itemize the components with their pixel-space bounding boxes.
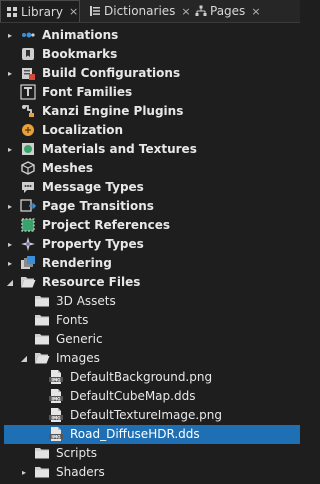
expand-arrow-icon[interactable]: ▸ <box>20 468 28 477</box>
tree-item-build-configurations[interactable]: ▸ Build Configurations <box>0 64 300 83</box>
message-icon <box>20 179 36 195</box>
tree-item-defaulttextureimage-png[interactable]: IMG DefaultTextureImage.png <box>0 406 300 425</box>
expand-arrow-icon[interactable]: ▸ <box>6 240 14 249</box>
tree-item-rendering[interactable]: ▸ Rendering <box>0 254 300 273</box>
tree-item-meshes[interactable]: Meshes <box>0 159 300 178</box>
tree-item-shaders[interactable]: ▸ Shaders <box>0 463 300 482</box>
image-file-icon: IMG <box>48 426 64 442</box>
build-configuration-icon <box>20 65 36 81</box>
tree-item-3d-assets[interactable]: 3D Assets <box>0 292 300 311</box>
tab-bar: Library × Dictionaries × Pages × <box>0 0 300 23</box>
tree-item-label: Project References <box>42 218 170 232</box>
tree-item-images[interactable]: ◢ Images <box>0 349 300 368</box>
page-transition-icon <box>20 198 36 214</box>
tree-item-label: DefaultBackground.png <box>70 370 213 384</box>
tree-item-label: Road_DiffuseHDR.dds <box>70 427 200 441</box>
folder-open-icon <box>34 350 50 366</box>
tree-item-label: Property Types <box>42 237 144 251</box>
tree-item-road-diffusehdr-dds[interactable]: IMG Road_DiffuseHDR.dds <box>4 425 300 444</box>
tree-item-label: 3D Assets <box>56 294 116 308</box>
library-icon <box>6 6 18 18</box>
tree-item-resource-files[interactable]: ◢ Resource Files <box>0 273 300 292</box>
tree-item-property-types[interactable]: ▸ Property Types <box>0 235 300 254</box>
tab-dictionaries[interactable]: Dictionaries × <box>84 0 191 22</box>
folder-icon <box>34 331 50 347</box>
image-file-icon: IMG <box>48 388 64 404</box>
pages-icon <box>195 5 207 17</box>
tree-item-font-families[interactable]: Font Families <box>0 83 300 102</box>
tree-item-label: Fonts <box>56 313 89 327</box>
mesh-icon <box>20 160 36 176</box>
tree-item-animations[interactable]: ▸ Animations <box>0 26 300 45</box>
tree-item-kanzi-engine-plugins[interactable]: Kanzi Engine Plugins <box>0 102 300 121</box>
folder-icon <box>34 445 50 461</box>
tree-item-label: Resource Files <box>42 275 141 289</box>
tab-label: Dictionaries <box>104 4 176 18</box>
tree-item-label: Materials and Textures <box>42 142 197 156</box>
property-type-icon <box>20 236 36 252</box>
tab-library[interactable]: Library × <box>0 0 80 22</box>
tree-item-scripts[interactable]: Scripts <box>0 444 300 463</box>
tree-item-label: Localization <box>42 123 124 137</box>
tree-item-label: Scripts <box>56 446 98 460</box>
animation-icon <box>20 27 36 43</box>
svg-text:IMG: IMG <box>51 415 61 420</box>
folder-icon <box>34 312 50 328</box>
tree-item-label: Animations <box>42 28 119 42</box>
close-icon[interactable]: × <box>69 5 78 18</box>
tab-pages[interactable]: Pages × <box>190 0 275 22</box>
tree-item-defaultcubemap-dds[interactable]: IMG DefaultCubeMap.dds <box>0 387 300 406</box>
plugin-icon <box>20 103 36 119</box>
tree-item-label: Meshes <box>42 161 94 175</box>
close-icon[interactable]: × <box>251 5 260 18</box>
expand-arrow-icon[interactable]: ▸ <box>6 202 14 211</box>
tab-label: Pages <box>210 4 246 18</box>
tree-item-localization[interactable]: Localization <box>0 121 300 140</box>
tree-item-defaultbackground-png[interactable]: IMG DefaultBackground.png <box>0 368 300 387</box>
tree-item-materials-and-textures[interactable]: ▸ Materials and Textures <box>0 140 300 159</box>
project-reference-icon <box>20 217 36 233</box>
expand-arrow-icon[interactable]: ▸ <box>6 31 14 40</box>
svg-text:IMG: IMG <box>51 434 61 439</box>
tree-item-message-types[interactable]: Message Types <box>0 178 300 197</box>
rendering-icon <box>20 255 36 271</box>
folder-icon <box>34 464 50 480</box>
tree-item-label: Kanzi Engine Plugins <box>42 104 184 118</box>
expand-arrow-icon[interactable]: ▸ <box>6 69 14 78</box>
library-panel: Library × Dictionaries × Pages × ▸ Animat… <box>0 0 300 484</box>
dictionary-icon <box>89 5 101 17</box>
tree-item-label: Build Configurations <box>42 66 181 80</box>
bookmark-icon <box>20 46 36 62</box>
localization-icon <box>20 122 36 138</box>
tree-item-fonts[interactable]: Fonts <box>0 311 300 330</box>
tree-item-label: DefaultTextureImage.png <box>70 408 223 422</box>
folder-icon <box>34 293 50 309</box>
tree-item-label: Page Transitions <box>42 199 154 213</box>
tree-item-label: Shaders <box>56 465 105 479</box>
image-file-icon: IMG <box>48 407 64 423</box>
tree-item-label: Images <box>56 351 100 365</box>
collapse-arrow-icon[interactable]: ◢ <box>6 278 14 287</box>
tree-item-page-transitions[interactable]: ▸ Page Transitions <box>0 197 300 216</box>
image-file-icon: IMG <box>48 369 64 385</box>
tree-item-label: Generic <box>56 332 103 346</box>
tree-item-bookmarks[interactable]: Bookmarks <box>0 45 300 64</box>
expand-arrow-icon[interactable]: ▸ <box>6 145 14 154</box>
font-icon <box>20 84 36 100</box>
svg-text:IMG: IMG <box>51 396 61 401</box>
expand-arrow-icon[interactable]: ▸ <box>6 259 14 268</box>
tab-label: Library <box>21 4 63 19</box>
folder-open-icon <box>20 274 36 290</box>
svg-text:IMG: IMG <box>51 377 61 382</box>
tree-item-label: Font Families <box>42 85 133 99</box>
tree-item-label: Message Types <box>42 180 144 194</box>
tree-item-label: Bookmarks <box>42 47 118 61</box>
tree-item-label: DefaultCubeMap.dds <box>70 389 196 403</box>
tree-item-project-references[interactable]: Project References <box>0 216 300 235</box>
tree-item-label: Rendering <box>42 256 112 270</box>
material-icon <box>20 141 36 157</box>
tree-item-generic[interactable]: Generic <box>0 330 300 349</box>
collapse-arrow-icon[interactable]: ◢ <box>20 354 28 363</box>
